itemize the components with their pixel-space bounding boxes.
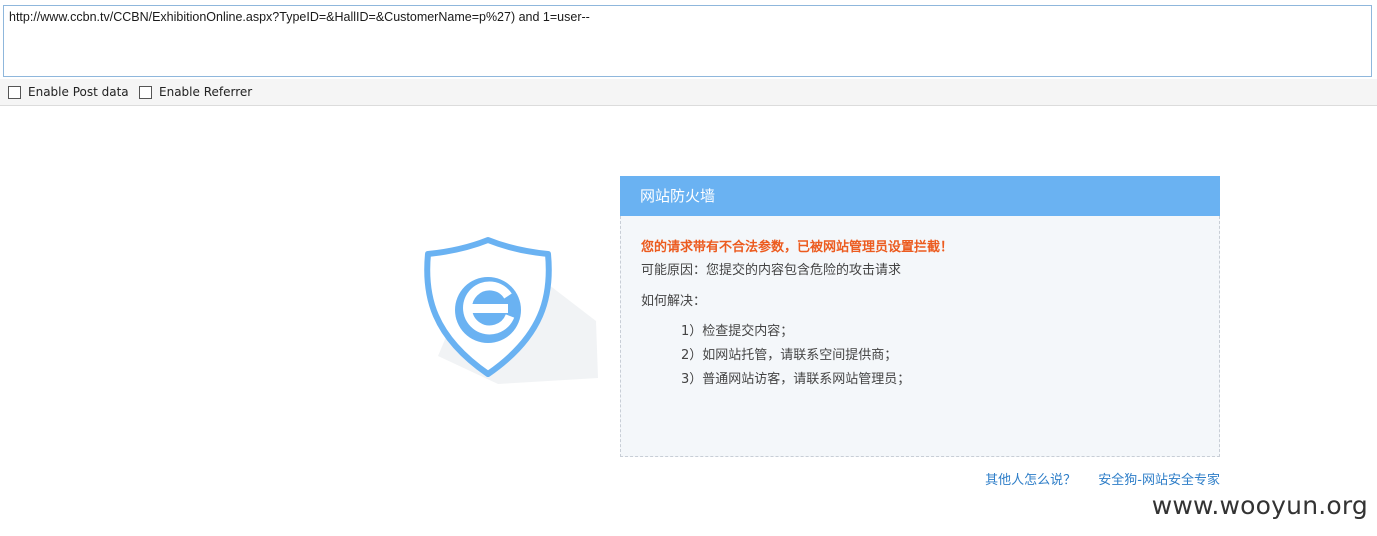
- possible-reason: 可能原因：您提交的内容包含危险的攻击请求: [641, 263, 902, 278]
- url-input[interactable]: http://www.ccbn.tv/CCBN/ExhibitionOnline…: [3, 5, 1372, 77]
- referrer-checkbox[interactable]: [139, 85, 152, 99]
- footer-links: 其他人怎么说？ 安全狗-网站安全专家: [620, 469, 1220, 488]
- url-text: http://www.ccbn.tv/CCBN/ExhibitionOnline…: [9, 10, 590, 24]
- list-item: 3）普通网站访客，请联系网站管理员；: [681, 372, 911, 387]
- firewall-title: 网站防火墙: [620, 176, 1220, 216]
- enable-post-data-option[interactable]: Enable Post data: [8, 85, 129, 99]
- watermark: www.wooyun.org: [1151, 491, 1368, 520]
- list-item: 1）检查提交内容；: [681, 324, 794, 339]
- referrer-label: Enable Referrer: [159, 85, 253, 99]
- list-item: 2）如网站托管，请联系空间提供商；: [681, 348, 898, 363]
- how-to-solve-heading: 如何解决：: [641, 294, 707, 309]
- firewall-panel: 网站防火墙 您的请求带有不合法参数，已被网站管理员设置拦截！ 可能原因：您提交的…: [620, 176, 1220, 457]
- shield-e-icon: [418, 236, 608, 386]
- options-bar: Enable Post data Enable Referrer: [0, 79, 1377, 106]
- firewall-body: 您的请求带有不合法参数，已被网站管理员设置拦截！ 可能原因：您提交的内容包含危险…: [620, 216, 1220, 457]
- others-say-link[interactable]: 其他人怎么说？: [985, 473, 1076, 488]
- blocked-warning: 您的请求带有不合法参数，已被网站管理员设置拦截！: [641, 240, 954, 255]
- safedog-link[interactable]: 安全狗-网站安全专家: [1098, 473, 1220, 488]
- solution-steps: 1）检查提交内容； 2）如网站托管，请联系空间提供商； 3）普通网站访客，请联系…: [681, 323, 910, 395]
- post-data-label: Enable Post data: [28, 85, 129, 99]
- enable-referrer-option[interactable]: Enable Referrer: [139, 85, 252, 99]
- post-data-checkbox[interactable]: [8, 85, 21, 99]
